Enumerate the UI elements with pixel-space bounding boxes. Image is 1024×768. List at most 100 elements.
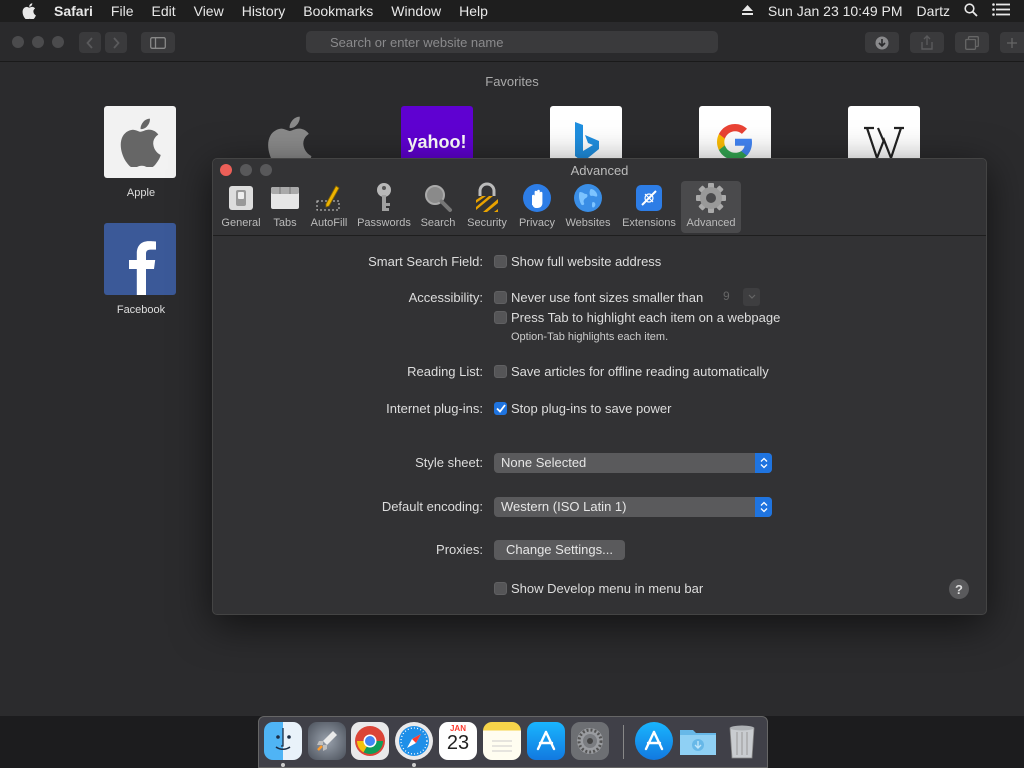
tab-advanced[interactable]: Advanced — [681, 181, 741, 233]
tab-autofill[interactable]: AutoFill — [307, 181, 351, 233]
style-sheet-select[interactable]: None Selected — [494, 453, 772, 473]
hand-icon — [520, 181, 554, 215]
favorite-label: Facebook — [116, 304, 166, 316]
menu-history[interactable]: History — [242, 3, 286, 19]
chrome-icon[interactable] — [351, 722, 389, 760]
tab-overview-button[interactable] — [955, 32, 989, 53]
address-bar[interactable]: Search or enter website name — [306, 31, 718, 53]
row-style-sheet: Style sheet: None Selected — [213, 453, 986, 473]
menu-help[interactable]: Help — [459, 3, 488, 19]
favorite-facebook[interactable]: Facebook — [104, 223, 178, 316]
min-font-size-text[interactable]: Never use font sizes smaller than — [511, 290, 703, 305]
row-accessibility: Accessibility: Never use font sizes smal… — [213, 288, 986, 308]
font-size-dropdown[interactable] — [743, 288, 760, 306]
sidebar-toggle-button[interactable] — [141, 32, 175, 53]
offline-reading-checkbox[interactable] — [494, 365, 507, 378]
lock-icon — [470, 181, 504, 215]
calendar-icon[interactable]: JAN 23 — [439, 722, 477, 760]
menubar-clock[interactable]: Sun Jan 23 10:49 PM — [768, 3, 903, 19]
safari-toolbar: Search or enter website name — [0, 22, 1024, 62]
tab-security[interactable]: Security — [463, 181, 511, 233]
develop-menu-text[interactable]: Show Develop menu in menu bar — [511, 581, 703, 596]
offline-reading-text[interactable]: Save articles for offline reading automa… — [511, 364, 769, 379]
menu-file[interactable]: File — [111, 3, 134, 19]
safari-icon[interactable] — [395, 722, 433, 760]
tab-privacy[interactable]: Privacy — [515, 181, 559, 233]
style-sheet-label: Style sheet: — [415, 455, 483, 470]
tabs-icon — [268, 181, 302, 215]
trash-icon[interactable] — [723, 722, 761, 760]
chevron-down-icon — [748, 294, 755, 299]
app-store-downloads-icon[interactable] — [635, 722, 673, 760]
back-button[interactable] — [79, 32, 101, 53]
row-tab-highlight: Press Tab to highlight each item on a we… — [213, 308, 986, 328]
share-button[interactable] — [910, 32, 944, 53]
menu-window[interactable]: Window — [391, 3, 441, 19]
show-full-address-checkbox[interactable] — [494, 255, 507, 268]
dock: JAN 23 — [258, 716, 768, 768]
system-preferences-icon[interactable] — [571, 722, 609, 760]
menu-edit[interactable]: Edit — [151, 3, 175, 19]
menu-view[interactable]: View — [194, 3, 224, 19]
app-store-icon[interactable] — [527, 722, 565, 760]
show-full-address-text[interactable]: Show full website address — [511, 254, 661, 269]
stop-plugins-text[interactable]: Stop plug-ins to save power — [511, 401, 671, 416]
favorite-apple[interactable]: Apple — [104, 106, 178, 199]
downloads-button[interactable] — [865, 32, 899, 53]
row-proxies: Proxies: Change Settings... — [213, 540, 986, 560]
encoding-select[interactable]: Western (ISO Latin 1) — [494, 497, 772, 517]
downloads-folder-icon[interactable] — [679, 722, 717, 760]
accessibility-label: Accessibility: — [408, 290, 483, 305]
gear-icon — [694, 181, 728, 215]
plugins-label: Internet plug-ins: — [386, 401, 483, 416]
tab-search[interactable]: Search — [417, 181, 459, 233]
finder-icon[interactable] — [264, 722, 302, 760]
new-tab-button[interactable] — [1000, 32, 1024, 53]
menu-bookmarks[interactable]: Bookmarks — [303, 3, 373, 19]
dock-separator — [623, 725, 624, 759]
stop-plugins-checkbox[interactable] — [494, 402, 507, 415]
menubar-user[interactable]: Dartz — [917, 3, 950, 19]
tab-extensions[interactable]: Extensions — [617, 181, 681, 233]
updown-chevron-icon — [755, 497, 772, 517]
facebook-logo-icon — [104, 223, 176, 295]
tab-highlight-text[interactable]: Press Tab to highlight each item on a we… — [511, 310, 780, 325]
row-encoding: Default encoding: Western (ISO Latin 1) — [213, 497, 986, 517]
window-zoom-button[interactable] — [52, 36, 64, 48]
switch-icon — [224, 181, 258, 215]
tab-tabs[interactable]: Tabs — [267, 181, 303, 233]
globe-icon — [571, 181, 605, 215]
reading-list-label: Reading List: — [407, 364, 483, 379]
smart-search-label: Smart Search Field: — [368, 254, 483, 269]
apple-menu-icon[interactable] — [18, 3, 40, 19]
spotlight-search-icon[interactable] — [964, 2, 978, 20]
encoding-label: Default encoding: — [381, 499, 483, 514]
window-close-button[interactable] — [12, 36, 24, 48]
help-button[interactable]: ? — [949, 579, 969, 599]
change-settings-button[interactable]: Change Settings... — [494, 540, 625, 560]
updown-chevron-icon — [755, 453, 772, 473]
encoding-value: Western (ISO Latin 1) — [501, 499, 627, 514]
menu-app-safari[interactable]: Safari — [54, 3, 93, 19]
forward-button[interactable] — [105, 32, 127, 53]
running-indicator — [412, 763, 416, 767]
min-font-size-checkbox[interactable] — [494, 291, 507, 304]
notification-center-icon[interactable] — [992, 3, 1010, 19]
preferences-toolbar: Advanced General Tabs AutoFill Passwords — [213, 159, 986, 236]
notes-icon[interactable] — [483, 722, 521, 760]
tab-highlight-hint: Option-Tab highlights each item. — [511, 331, 669, 343]
tab-highlight-checkbox[interactable] — [494, 311, 507, 324]
tab-general[interactable]: General — [219, 181, 263, 233]
apple-logo-icon — [104, 106, 176, 178]
develop-menu-checkbox[interactable] — [494, 582, 507, 595]
row-reading-list: Reading List: Save articles for offline … — [213, 362, 986, 382]
proxies-label: Proxies: — [436, 542, 483, 557]
favorite-label: Apple — [126, 187, 156, 199]
checkmark-icon — [495, 404, 506, 413]
eject-icon[interactable] — [741, 3, 754, 19]
row-smart-search: Smart Search Field: Show full website ad… — [213, 252, 986, 272]
tab-passwords[interactable]: Passwords — [355, 181, 413, 233]
launchpad-icon[interactable] — [308, 722, 346, 760]
window-minimize-button[interactable] — [32, 36, 44, 48]
tab-websites[interactable]: Websites — [563, 181, 613, 233]
